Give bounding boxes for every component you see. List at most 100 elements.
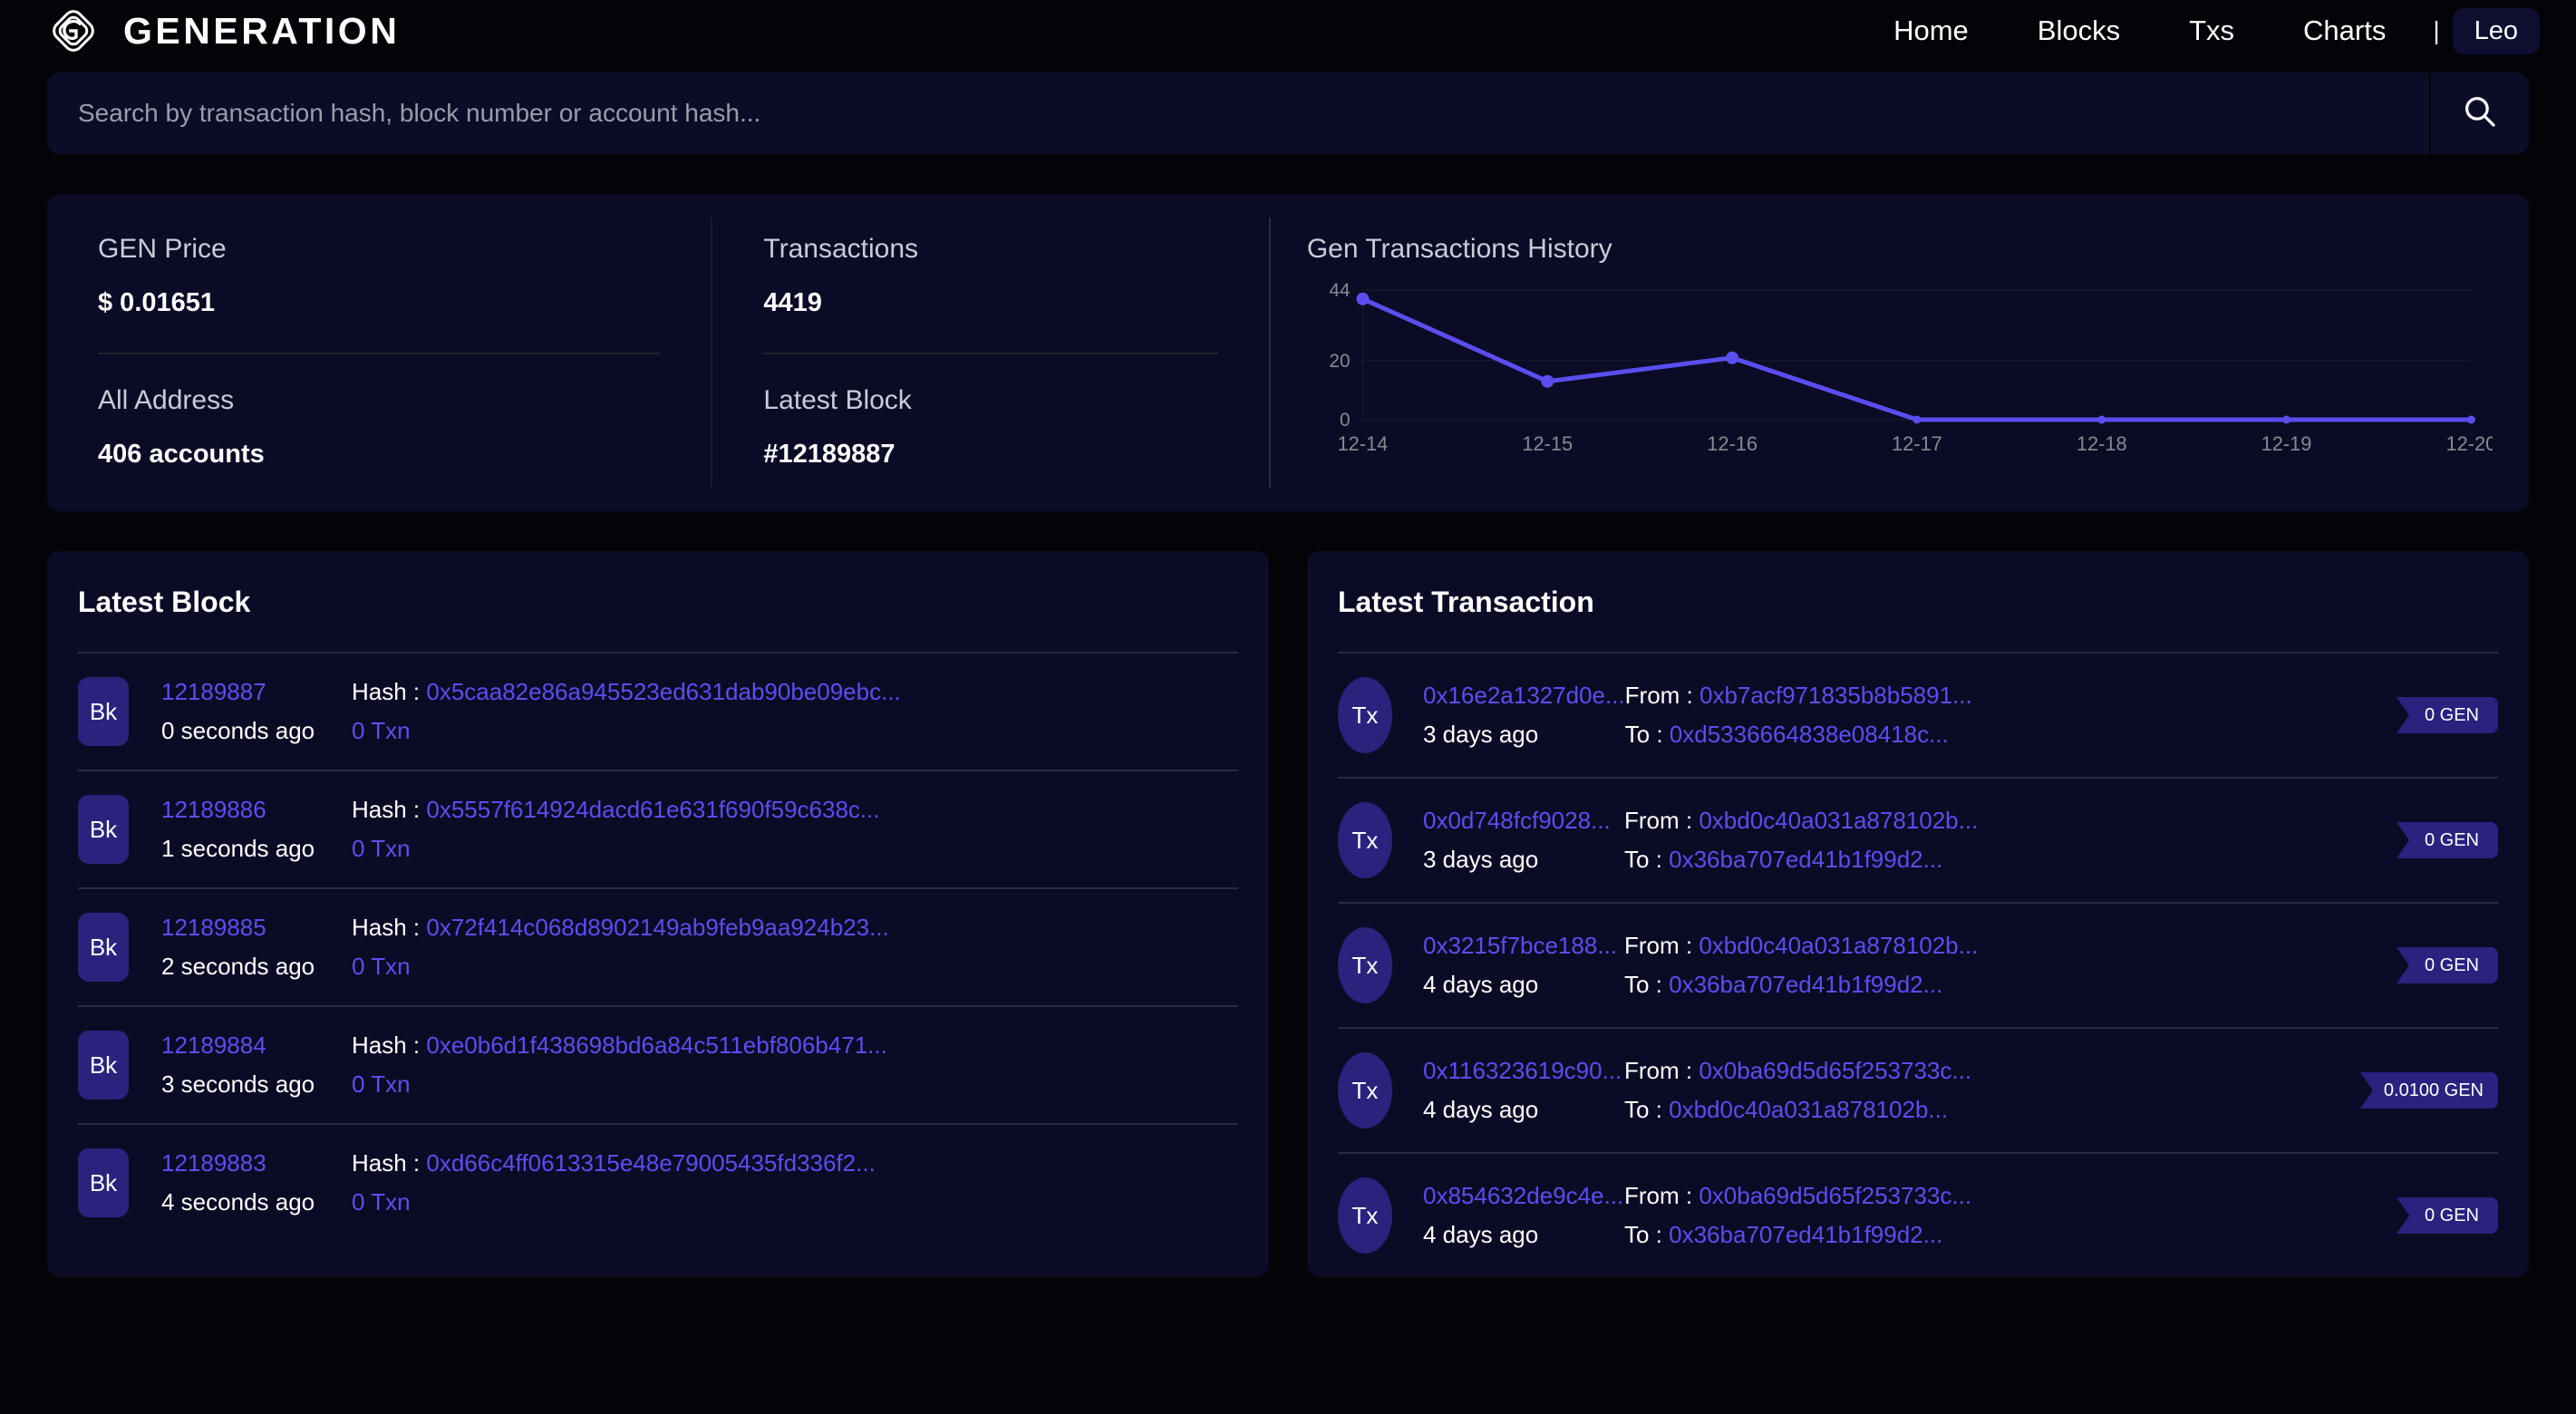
transaction-amount-badge: 0 GEN bbox=[2397, 1197, 2498, 1234]
transaction-row[interactable]: Tx 0x116323619c90... 4 days ago From : 0x0b… bbox=[1338, 1029, 2498, 1154]
stats-column-transactions: Transactions 4419 Latest Block #12189887 bbox=[712, 218, 1271, 488]
block-hash-link[interactable]: 0xe0b6d1f438698bd6a84c511ebf806b471... bbox=[426, 1031, 886, 1059]
block-hash-group: Hash : 0x5caa82e86a945523ed631dab90be09e… bbox=[352, 678, 1238, 745]
nav-item-charts[interactable]: Charts bbox=[2269, 9, 2420, 53]
transaction-badge: Tx bbox=[1338, 1052, 1392, 1128]
transaction-amount-badge: 0 GEN bbox=[2397, 947, 2498, 983]
transaction-to-link[interactable]: 0xbd0c40a031a878102b... bbox=[1669, 1096, 1948, 1123]
brand[interactable]: GENERATION bbox=[47, 5, 400, 57]
block-txn-count[interactable]: 0 Txn bbox=[352, 1070, 1238, 1099]
block-badge: Bk bbox=[78, 1031, 129, 1099]
block-hash-link[interactable]: 0x5557f614924dacd61e631f690f59c638c... bbox=[426, 796, 879, 823]
transactions-value: 4419 bbox=[763, 288, 822, 317]
transaction-amount-cell: 0 GEN bbox=[2371, 947, 2498, 983]
gen-price-value: $ 0.01651 bbox=[98, 288, 216, 317]
stats-card: GEN Price $ 0.01651 All Address 406 acco… bbox=[47, 194, 2529, 511]
transaction-to-link[interactable]: 0x36ba707ed41b1f99d2... bbox=[1669, 1221, 1942, 1248]
block-hash-group: Hash : 0x5557f614924dacd61e631f690f59c63… bbox=[352, 796, 1238, 863]
block-txn-count[interactable]: 0 Txn bbox=[352, 1188, 1238, 1216]
latest-transaction-panel: Latest Transaction Tx 0x16e2a1327d0e... 3 … bbox=[1307, 551, 2529, 1277]
block-row[interactable]: Bk 12189884 3 seconds ago Hash : 0xe0b6d1f4… bbox=[78, 1007, 1238, 1125]
latest-block-title: Latest Block bbox=[78, 551, 1238, 654]
transaction-to-link[interactable]: 0x36ba707ed41b1f99d2... bbox=[1669, 971, 1942, 998]
transaction-hash-link[interactable]: 0x16e2a1327d0e... bbox=[1423, 682, 1625, 710]
stats-column-price: GEN Price $ 0.01651 All Address 406 acco… bbox=[47, 218, 713, 488]
transaction-addresses: From : 0x0ba69d5d65f253733c... To : 0x36b… bbox=[1624, 1182, 2371, 1249]
block-hash-link[interactable]: 0x72f414c068d8902149ab9feb9aa924b23... bbox=[426, 914, 888, 941]
chart-data-point bbox=[2281, 415, 2290, 424]
block-badge: Bk bbox=[78, 795, 129, 864]
latest-transaction-list: Tx 0x16e2a1327d0e... 3 days ago From : 0xb7… bbox=[1338, 654, 2498, 1277]
block-hash-group: Hash : 0xe0b6d1f438698bd6a84c511ebf806b4… bbox=[352, 1031, 1238, 1099]
search-input[interactable] bbox=[47, 73, 2429, 154]
transaction-from-label: From : bbox=[1624, 932, 1700, 959]
block-age: 1 seconds ago bbox=[161, 835, 315, 862]
all-address-label: All Address bbox=[98, 385, 235, 415]
transaction-row[interactable]: Tx 0x16e2a1327d0e... 3 days ago From : 0xb7… bbox=[1338, 654, 2498, 779]
transaction-age: 4 days ago bbox=[1423, 971, 1539, 998]
chart-xtick-label: 12-19 bbox=[2261, 432, 2312, 455]
chart-xtick-label: 12-16 bbox=[1707, 432, 1758, 455]
block-badge: Bk bbox=[78, 1148, 129, 1217]
transaction-hash-link[interactable]: 0x3215f7bce188... bbox=[1423, 932, 1624, 960]
transaction-badge: Tx bbox=[1338, 1177, 1392, 1254]
stat-transactions: Transactions 4419 bbox=[763, 234, 1217, 318]
transaction-from-link[interactable]: 0x0ba69d5d65f253733c... bbox=[1699, 1057, 1971, 1084]
block-txn-count[interactable]: 0 Txn bbox=[352, 835, 1238, 863]
block-txn-count[interactable]: 0 Txn bbox=[352, 953, 1238, 981]
transaction-hash-link[interactable]: 0x116323619c90... bbox=[1423, 1057, 1624, 1085]
block-number-link[interactable]: 12189884 bbox=[161, 1031, 352, 1060]
transaction-from-link[interactable]: 0xbd0c40a031a878102b... bbox=[1699, 932, 1978, 959]
transaction-amount-cell: 0 GEN bbox=[2371, 822, 2498, 858]
block-hash-group: Hash : 0xd66c4ff0613315e48e79005435fd336… bbox=[352, 1149, 1238, 1216]
user-menu-button[interactable]: Leo bbox=[2452, 7, 2540, 54]
block-hash-label: Hash : bbox=[352, 796, 427, 823]
transaction-to-label: To : bbox=[1624, 846, 1670, 873]
nav-item-txs[interactable]: Txs bbox=[2155, 9, 2269, 53]
transaction-meta: 0x0d748fcf9028... 3 days ago bbox=[1423, 807, 1624, 874]
block-meta: 12189883 4 seconds ago bbox=[161, 1149, 352, 1216]
main-nav: Home Blocks Txs Charts | Leo bbox=[1859, 7, 2540, 54]
brand-name: GENERATION bbox=[123, 9, 401, 52]
block-row[interactable]: Bk 12189883 4 seconds ago Hash : 0xd66c4ff0… bbox=[78, 1125, 1238, 1241]
block-badge: Bk bbox=[78, 677, 129, 746]
nav-item-blocks[interactable]: Blocks bbox=[2003, 9, 2155, 53]
block-age: 3 seconds ago bbox=[161, 1070, 315, 1098]
transaction-row[interactable]: Tx 0x0d748fcf9028... 3 days ago From : 0xbd… bbox=[1338, 779, 2498, 904]
transaction-from-link[interactable]: 0xb7acf971835b8b5891... bbox=[1700, 682, 1972, 709]
block-hash-link[interactable]: 0xd66c4ff0613315e48e79005435fd336f2... bbox=[426, 1149, 875, 1177]
transaction-row[interactable]: Tx 0x854632de9c4e... 4 days ago From : 0x0b… bbox=[1338, 1154, 2498, 1277]
block-row[interactable]: Bk 12189887 0 seconds ago Hash : 0x5caa82e8… bbox=[78, 654, 1238, 771]
block-badge: Bk bbox=[78, 913, 129, 982]
chart-data-point bbox=[2466, 415, 2475, 424]
block-number-link[interactable]: 12189885 bbox=[161, 914, 352, 942]
block-row[interactable]: Bk 12189885 2 seconds ago Hash : 0x72f414c0… bbox=[78, 889, 1238, 1007]
transaction-from-link[interactable]: 0xbd0c40a031a878102b... bbox=[1699, 807, 1978, 834]
search-button[interactable] bbox=[2429, 73, 2529, 154]
block-row[interactable]: Bk 12189886 1 seconds ago Hash : 0x5557f614… bbox=[78, 771, 1238, 889]
nav-item-home[interactable]: Home bbox=[1859, 9, 2003, 53]
transaction-to-link[interactable]: 0x36ba707ed41b1f99d2... bbox=[1669, 846, 1942, 873]
transaction-from-link[interactable]: 0x0ba69d5d65f253733c... bbox=[1699, 1182, 1971, 1209]
transaction-hash-link[interactable]: 0x0d748fcf9028... bbox=[1423, 807, 1624, 835]
block-txn-count[interactable]: 0 Txn bbox=[352, 717, 1238, 745]
transaction-to-link[interactable]: 0xd5336664838e08418c... bbox=[1670, 721, 1949, 748]
chart-title: Gen Transactions History bbox=[1306, 234, 1612, 264]
chart-xtick-label: 12-20 bbox=[2445, 432, 2493, 455]
block-number-link[interactable]: 12189883 bbox=[161, 1149, 352, 1177]
block-meta: 12189884 3 seconds ago bbox=[161, 1031, 352, 1099]
transaction-row[interactable]: Tx 0x3215f7bce188... 4 days ago From : 0xbd… bbox=[1338, 904, 2498, 1029]
search-icon bbox=[2462, 93, 2498, 134]
transaction-amount-cell: 0.0100 GEN bbox=[2359, 1072, 2498, 1109]
transaction-meta: 0x3215f7bce188... 4 days ago bbox=[1423, 932, 1624, 999]
transaction-from-label: From : bbox=[1624, 1182, 1700, 1209]
block-hash-link[interactable]: 0x5caa82e86a945523ed631dab90be09ebc... bbox=[426, 678, 900, 705]
chart-data-point bbox=[1541, 374, 1554, 388]
transaction-hash-link[interactable]: 0x854632de9c4e... bbox=[1423, 1182, 1624, 1210]
block-number-link[interactable]: 12189886 bbox=[161, 796, 352, 824]
transaction-from-label: From : bbox=[1624, 807, 1700, 834]
transaction-to-label: To : bbox=[1624, 721, 1670, 748]
block-number-link[interactable]: 12189887 bbox=[161, 678, 352, 706]
search-bar bbox=[47, 73, 2529, 154]
nav-separator: | bbox=[2433, 16, 2440, 44]
